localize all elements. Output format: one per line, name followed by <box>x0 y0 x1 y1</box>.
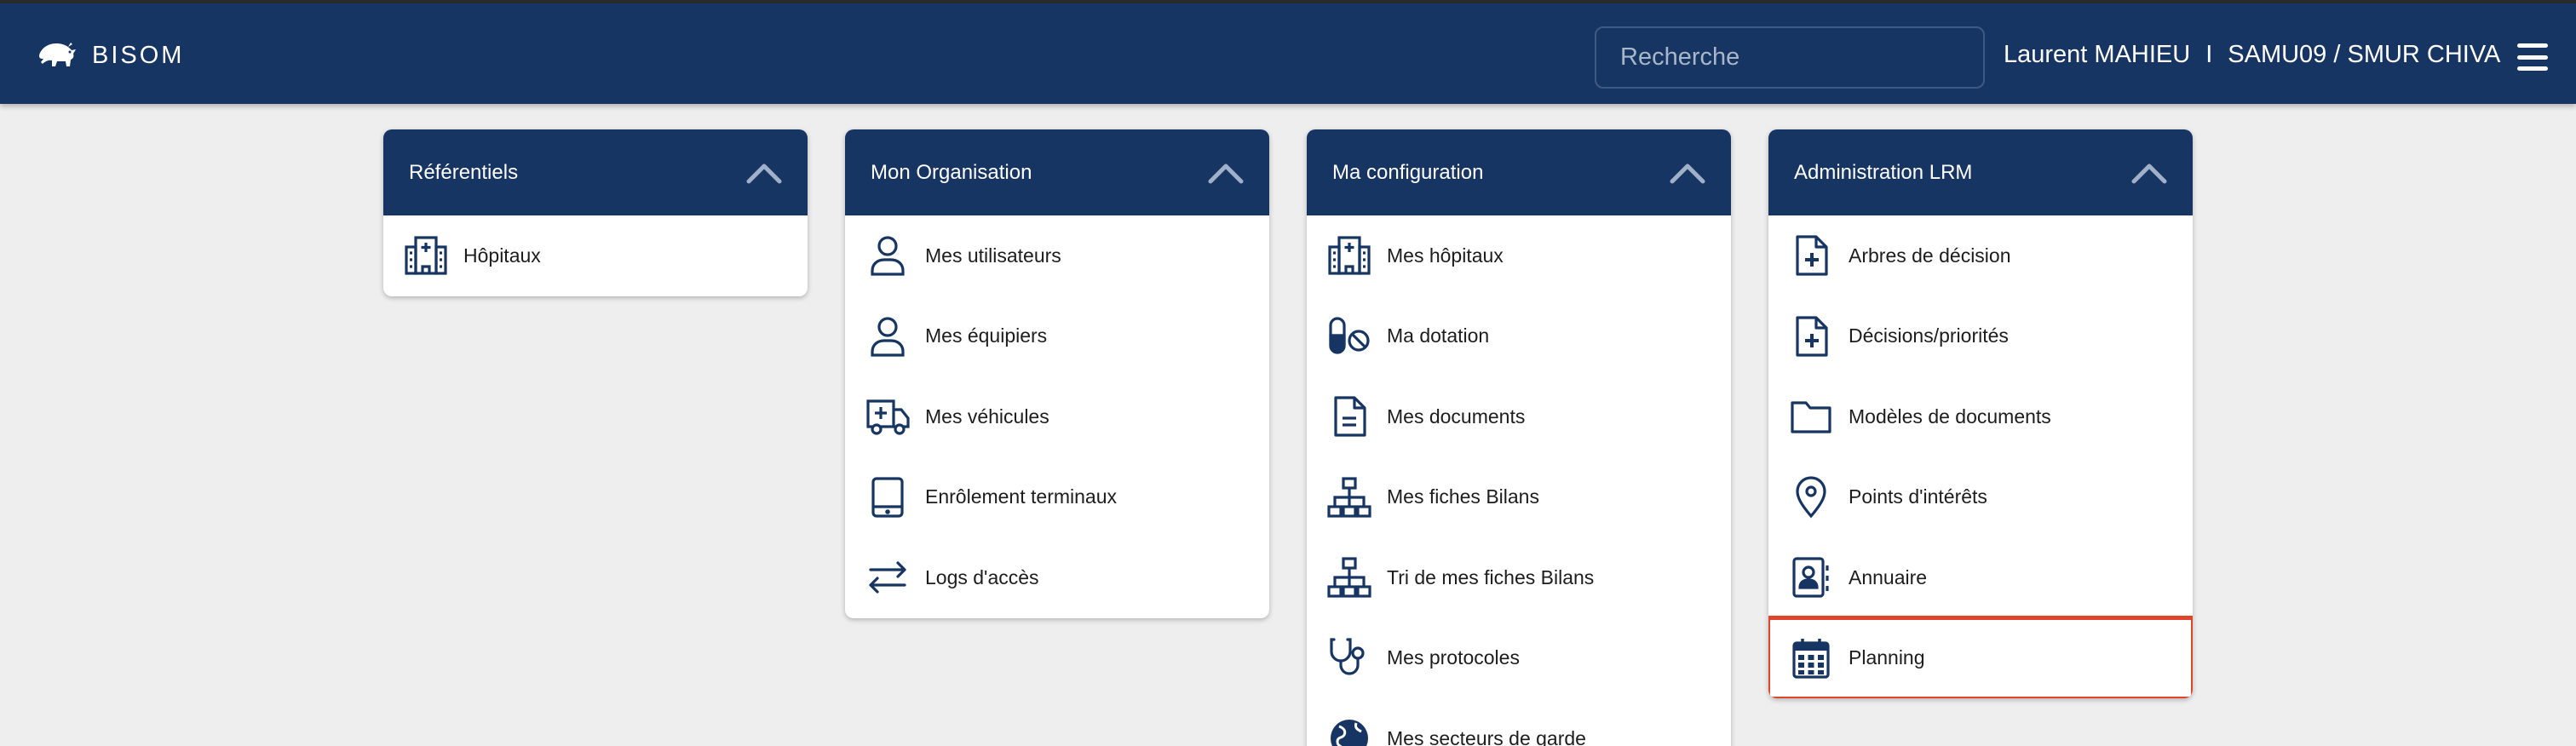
user-icon <box>864 313 911 360</box>
menu-item-label: Planning <box>1849 646 1925 669</box>
file-medical-icon <box>1787 313 1835 360</box>
file-medical-icon <box>1787 232 1835 279</box>
menu-item-label: Décisions/priorités <box>1849 324 2009 347</box>
menu-item-arbres-decision[interactable]: Arbres de décision <box>1768 215 2193 296</box>
menu-item-label: Mes secteurs de garde <box>1387 726 1586 746</box>
menu-item-modeles-documents[interactable]: Modèles de documents <box>1768 376 2193 457</box>
search-input[interactable] <box>1595 26 1985 89</box>
menu-item-label: Mes véhicules <box>925 405 1049 428</box>
hamburger-menu-icon[interactable] <box>2517 43 2548 71</box>
stethoscope-icon <box>1325 634 1373 682</box>
arrows-exchange-icon <box>864 554 911 601</box>
pill-ban-icon <box>1325 313 1373 360</box>
card-ma-configuration: Ma configuration Mes hôpitaux Ma dotatio… <box>1307 129 1731 746</box>
card-header[interactable]: Mon Organisation <box>845 129 1269 215</box>
map-pin-icon <box>1787 473 1835 521</box>
menu-item-label: Enrôlement terminaux <box>925 485 1117 508</box>
menu-item-label: Mes équipiers <box>925 324 1048 347</box>
card-referentiels: Référentiels Hôpitaux <box>383 129 808 296</box>
card-title: Référentiels <box>409 160 519 184</box>
menu-item-mes-documents[interactable]: Mes documents <box>1307 376 1731 457</box>
menu-item-decisions-priorites[interactable]: Décisions/priorités <box>1768 296 2193 377</box>
menu-item-ma-dotation[interactable]: Ma dotation <box>1307 296 1731 377</box>
chevron-up-icon[interactable] <box>2131 162 2167 184</box>
menu-item-label: Logs d'accès <box>925 565 1039 588</box>
menu-item-points-interets[interactable]: Points d'intérêts <box>1768 457 2193 538</box>
chevron-up-icon[interactable] <box>746 162 782 184</box>
sitemap-icon <box>1325 554 1373 601</box>
user-info[interactable]: Laurent MAHIEU I SAMU09 / SMUR CHIVA <box>2004 41 2500 69</box>
menu-item-logs-acces[interactable]: Logs d'accès <box>845 537 1269 618</box>
hospital-icon <box>402 232 450 279</box>
menu-item-label: Mes protocoles <box>1387 646 1520 669</box>
globe-icon <box>1325 714 1373 746</box>
menu-item-enrolement-terminaux[interactable]: Enrôlement terminaux <box>845 457 1269 538</box>
card-header[interactable]: Administration LRM <box>1768 129 2193 215</box>
menu-item-mes-utilisateurs[interactable]: Mes utilisateurs <box>845 215 1269 296</box>
menu-item-planning[interactable]: Planning <box>1768 615 2193 698</box>
card-header[interactable]: Référentiels <box>383 129 808 215</box>
card-mon-organisation: Mon Organisation Mes utilisateurs Mes éq… <box>845 129 1269 618</box>
bison-logo-icon <box>36 37 78 75</box>
hospital-icon <box>1325 232 1373 279</box>
menu-item-mes-hopitaux[interactable]: Mes hôpitaux <box>1307 215 1731 296</box>
user-name: Laurent MAHIEU <box>2004 41 2191 68</box>
menu-item-mes-protocoles[interactable]: Mes protocoles <box>1307 618 1731 699</box>
card-header[interactable]: Ma configuration <box>1307 129 1731 215</box>
brand-name: BISOM <box>92 41 185 69</box>
menu-item-label: Mes hôpitaux <box>1387 244 1504 267</box>
menu-item-label: Modèles de documents <box>1849 405 2051 428</box>
menu-item-label: Mes utilisateurs <box>925 244 1061 267</box>
menu-item-label: Ma dotation <box>1387 324 1490 347</box>
user-organization: SAMU09 / SMUR CHIVA <box>2228 41 2501 68</box>
menu-item-mes-vehicules[interactable]: Mes véhicules <box>845 376 1269 457</box>
menu-item-label: Mes documents <box>1387 405 1526 428</box>
menu-item-annuaire[interactable]: Annuaire <box>1768 537 2193 618</box>
menu-item-label: Annuaire <box>1849 565 1928 588</box>
tablet-icon <box>864 473 911 521</box>
menu-item-mes-fiches-bilans[interactable]: Mes fiches Bilans <box>1307 457 1731 538</box>
card-title: Mon Organisation <box>871 160 1032 184</box>
sitemap-icon <box>1325 473 1373 521</box>
menu-item-label: Hôpitaux <box>463 244 541 267</box>
calendar-icon <box>1787 634 1835 682</box>
menu-item-label: Points d'intérêts <box>1849 485 1987 508</box>
menu-item-label: Tri de mes fiches Bilans <box>1387 565 1595 588</box>
card-administration-lrm: Administration LRM Arbres de décision Dé… <box>1768 129 2193 698</box>
chevron-up-icon[interactable] <box>1670 162 1705 184</box>
card-title: Ma configuration <box>1332 160 1484 184</box>
menu-item-mes-secteurs-garde[interactable]: Mes secteurs de garde <box>1307 698 1731 746</box>
chevron-up-icon[interactable] <box>1208 162 1244 184</box>
card-title: Administration LRM <box>1794 160 1973 184</box>
menu-item-mes-equipiers[interactable]: Mes équipiers <box>845 296 1269 377</box>
menu-item-hopitaux[interactable]: Hôpitaux <box>383 215 808 296</box>
user-separator: I <box>2205 41 2213 68</box>
folder-icon <box>1787 393 1835 440</box>
user-icon <box>864 232 911 279</box>
menu-item-tri-fiches-bilans[interactable]: Tri de mes fiches Bilans <box>1307 537 1731 618</box>
top-navbar: BISOM Laurent MAHIEU I SAMU09 / SMUR CHIVA <box>0 3 2576 104</box>
ambulance-icon <box>864 393 911 440</box>
document-icon <box>1325 393 1373 440</box>
menu-item-label: Mes fiches Bilans <box>1387 485 1539 508</box>
address-book-icon <box>1787 554 1835 601</box>
menu-item-label: Arbres de décision <box>1849 244 2011 267</box>
brand[interactable]: BISOM <box>36 36 184 75</box>
